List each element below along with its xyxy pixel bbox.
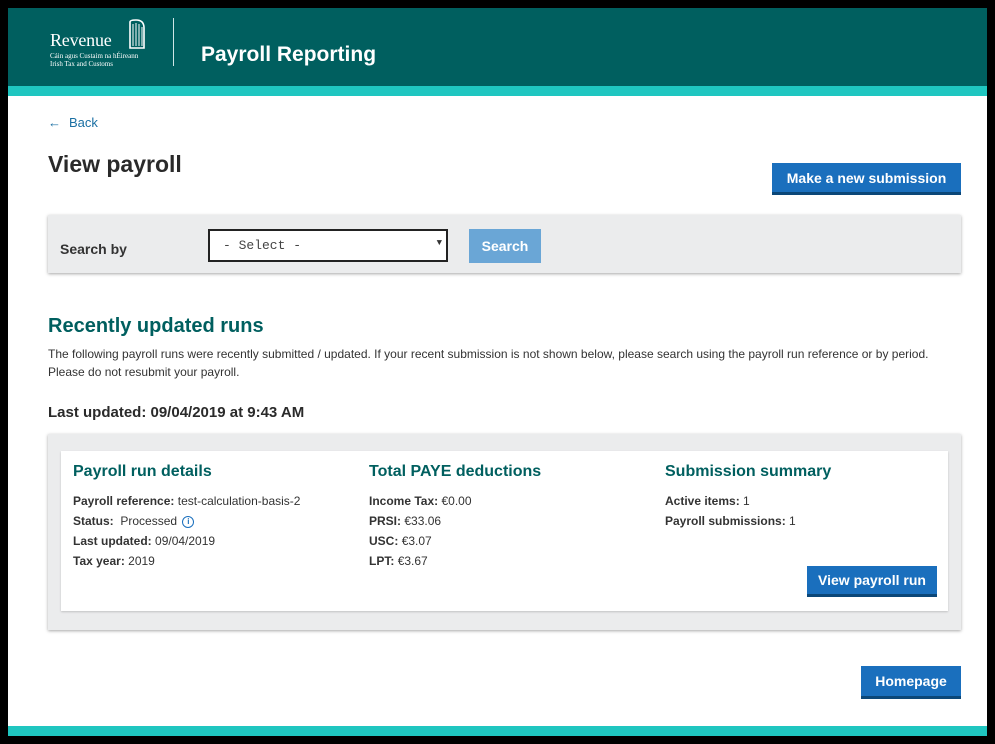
make-new-submission-button[interactable]: Make a new submission bbox=[772, 163, 961, 195]
arrow-left-icon: ← bbox=[48, 115, 61, 130]
tax-year-label: Tax year: bbox=[73, 554, 125, 568]
lpt-value: €3.67 bbox=[397, 554, 428, 568]
back-label: Back bbox=[69, 115, 98, 130]
summary-title: Submission summary bbox=[665, 463, 832, 480]
harp-icon bbox=[129, 19, 145, 49]
status-value: Processed bbox=[120, 514, 178, 528]
prsi-label: PRSI: bbox=[369, 514, 402, 528]
payroll-submissions-row: Payroll submissions: 1 bbox=[665, 511, 831, 531]
search-button[interactable]: Search bbox=[469, 229, 541, 263]
deductions-title: Total PAYE deductions bbox=[369, 463, 542, 480]
income-tax-value: €0.00 bbox=[441, 494, 472, 508]
back-link[interactable]: ← Back bbox=[48, 115, 98, 130]
info-icon[interactable]: i bbox=[182, 515, 195, 528]
logo-subtitle-irish: Cáin agus Custaim na hÉireann bbox=[50, 52, 139, 60]
last-updated-label: Last updated: bbox=[73, 534, 152, 548]
logo-name: Revenue bbox=[50, 30, 112, 50]
caret-down-icon: ▼ bbox=[436, 238, 442, 248]
recent-runs-intro: The following payroll runs were recently… bbox=[48, 347, 929, 379]
header-accent-stripe bbox=[8, 86, 987, 96]
site-header: Revenue Cáin agus Custaim na hÉireann Ir… bbox=[8, 8, 987, 86]
reference-value: test-calculation-basis-2 bbox=[177, 494, 301, 508]
lpt-label: LPT: bbox=[369, 554, 395, 568]
reference-row: Payroll reference: test-calculation-basi… bbox=[73, 491, 300, 511]
select-value: - Select - bbox=[223, 238, 302, 253]
payroll-submissions-value: 1 bbox=[789, 514, 796, 528]
last-updated-text: Last updated: 09/04/2019 at 9:43 AM bbox=[48, 404, 305, 421]
prsi-row: PRSI: €33.06 bbox=[369, 511, 541, 531]
app-title: Payroll Reporting bbox=[201, 43, 377, 66]
submission-summary: Submission summary Active items: 1 Payro… bbox=[665, 463, 831, 531]
recent-runs-title: Recently updated runs bbox=[48, 315, 264, 337]
payroll-run-details: Payroll run details Payroll reference: t… bbox=[73, 463, 300, 571]
tax-year-value: 2019 bbox=[128, 554, 155, 568]
lpt-row: LPT: €3.67 bbox=[369, 551, 541, 571]
payroll-run-card-body: Payroll run details Payroll reference: t… bbox=[61, 451, 948, 611]
view-payroll-run-button[interactable]: View payroll run bbox=[807, 566, 937, 597]
prsi-value: €33.06 bbox=[404, 514, 442, 528]
usc-label: USC: bbox=[369, 534, 399, 548]
page-frame: Revenue Cáin agus Custaim na hÉireann Ir… bbox=[8, 8, 987, 736]
search-by-select[interactable]: - Select - ▼ bbox=[208, 229, 448, 262]
revenue-logo[interactable]: Revenue Cáin agus Custaim na hÉireann Ir… bbox=[50, 18, 160, 73]
status-row: Status: Processed i bbox=[73, 511, 300, 531]
search-panel: Search by - Select - ▼ Search bbox=[48, 215, 961, 273]
usc-value: €3.07 bbox=[401, 534, 432, 548]
income-tax-label: Income Tax: bbox=[369, 494, 439, 508]
status-label: Status: bbox=[73, 514, 114, 528]
last-updated-value: 09/04/2019 bbox=[155, 534, 216, 548]
active-items-value: 1 bbox=[743, 494, 750, 508]
footer-accent-stripe bbox=[8, 726, 987, 736]
income-tax-row: Income Tax: €0.00 bbox=[369, 491, 541, 511]
header-divider bbox=[173, 18, 174, 66]
details-title: Payroll run details bbox=[73, 463, 212, 480]
usc-row: USC: €3.07 bbox=[369, 531, 541, 551]
homepage-button[interactable]: Homepage bbox=[861, 666, 961, 699]
logo-subtitle-english: Irish Tax and Customs bbox=[50, 60, 113, 68]
payroll-submissions-label: Payroll submissions: bbox=[665, 514, 786, 528]
active-items-row: Active items: 1 bbox=[665, 491, 831, 511]
reference-label: Payroll reference: bbox=[73, 494, 175, 508]
payroll-run-card: Payroll run details Payroll reference: t… bbox=[48, 434, 961, 630]
paye-deductions: Total PAYE deductions Income Tax: €0.00 … bbox=[369, 463, 541, 571]
active-items-label: Active items: bbox=[665, 494, 740, 508]
search-by-label: Search by bbox=[60, 241, 127, 257]
page-title: View payroll bbox=[48, 151, 182, 177]
last-updated-row: Last updated: 09/04/2019 bbox=[73, 531, 300, 551]
tax-year-row: Tax year: 2019 bbox=[73, 551, 300, 571]
